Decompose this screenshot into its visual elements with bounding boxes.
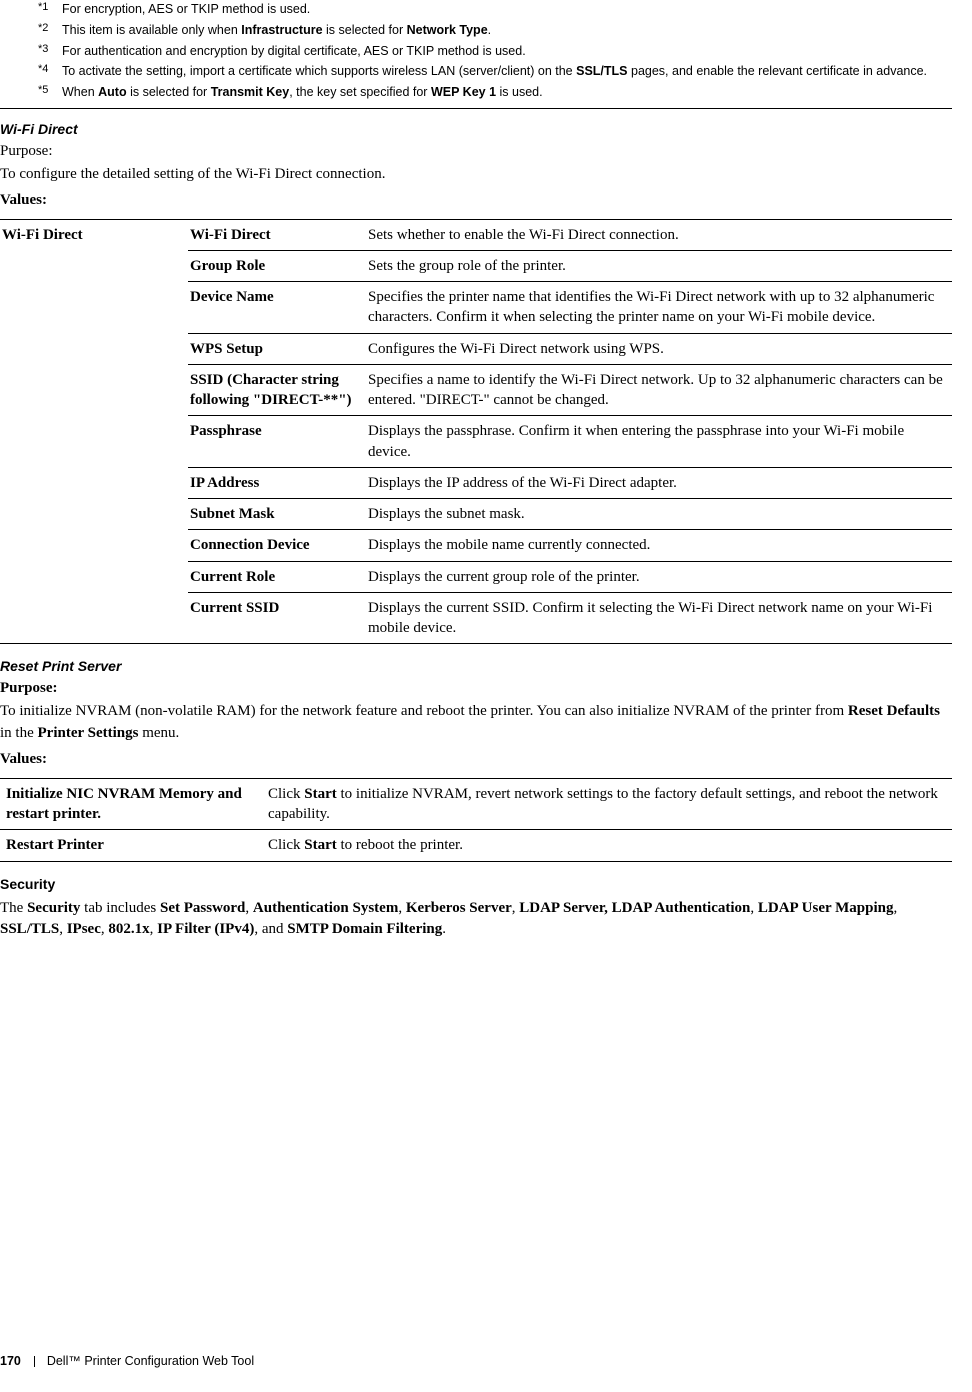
table-category: Wi-Fi Direct <box>0 219 188 644</box>
setting-desc: Displays the current group role of the p… <box>366 561 952 592</box>
setting-desc: Sets whether to enable the Wi-Fi Direct … <box>366 219 952 250</box>
footnote-row: *4To activate the setting, import a cert… <box>38 62 952 81</box>
setting-desc: Displays the passphrase. Confirm it when… <box>366 416 952 468</box>
security-section: Security The Security tab includes Set P… <box>0 876 972 942</box>
footnote-row: *5When Auto is selected for Transmit Key… <box>38 83 952 102</box>
setting-name: Wi-Fi Direct <box>188 219 366 250</box>
table-row: Restart PrinterClick Start to reboot the… <box>0 830 952 861</box>
reset-print-server-section: Reset Print Server Purpose: To initializ… <box>0 658 972 861</box>
footnote-marker: *5 <box>38 82 62 101</box>
setting-name: Passphrase <box>188 416 366 468</box>
footnote-text: When Auto is selected for Transmit Key, … <box>62 83 952 102</box>
footnote-marker: *3 <box>38 41 62 60</box>
footnote-marker: *1 <box>38 0 62 18</box>
setting-name: Subnet Mask <box>188 499 366 530</box>
page-footer: 170 Dell™ Printer Configuration Web Tool <box>0 1354 254 1368</box>
reset-print-server-heading: Reset Print Server <box>0 658 952 674</box>
footer-separator <box>34 1356 35 1367</box>
setting-desc: Configures the Wi-Fi Direct network usin… <box>366 333 952 364</box>
footnote-marker: *2 <box>38 20 62 39</box>
purpose-label: Purpose: <box>0 680 952 697</box>
setting-desc: Displays the current SSID. Confirm it se… <box>366 592 952 644</box>
setting-name: WPS Setup <box>188 333 366 364</box>
footnote-row: *1For encryption, AES or TKIP method is … <box>38 0 952 19</box>
footnote-text: For authentication and encryption by dig… <box>62 42 952 61</box>
setting-desc: Click Start to initialize NVRAM, revert … <box>262 778 952 830</box>
footnote-text: This item is available only when Infrast… <box>62 21 952 40</box>
table-row: Initialize NIC NVRAM Memory and restart … <box>0 778 952 830</box>
setting-name: SSID (Character string following "DIRECT… <box>188 364 366 416</box>
purpose-label: Purpose: <box>0 143 952 160</box>
security-heading: Security <box>0 876 952 892</box>
wifi-direct-purpose: To configure the detailed setting of the… <box>0 164 952 186</box>
wifi-direct-table: Wi-Fi DirectWi-Fi DirectSets whether to … <box>0 219 952 645</box>
setting-name: IP Address <box>188 467 366 498</box>
setting-name: Initialize NIC NVRAM Memory and restart … <box>0 778 262 830</box>
footnote-text: To activate the setting, import a certif… <box>62 62 952 81</box>
footnote-row: *3For authentication and encryption by d… <box>38 42 952 61</box>
setting-desc: Displays the IP address of the Wi-Fi Dir… <box>366 467 952 498</box>
setting-desc: Click Start to reboot the printer. <box>262 830 952 861</box>
setting-desc: Displays the mobile name currently conne… <box>366 530 952 561</box>
setting-desc: Specifies the printer name that identifi… <box>366 282 952 334</box>
setting-name: Connection Device <box>188 530 366 561</box>
setting-name: Current Role <box>188 561 366 592</box>
reset-table: Initialize NIC NVRAM Memory and restart … <box>0 778 952 862</box>
setting-name: Current SSID <box>188 592 366 644</box>
footer-doc-title: Dell™ Printer Configuration Web Tool <box>47 1354 254 1368</box>
values-label: Values: <box>0 192 952 209</box>
footnote-marker: *4 <box>38 61 62 80</box>
wifi-direct-heading: Wi-Fi Direct <box>0 121 952 137</box>
setting-desc: Displays the subnet mask. <box>366 499 952 530</box>
wifi-direct-section: Wi-Fi Direct Purpose: To configure the d… <box>0 121 972 645</box>
setting-desc: Sets the group role of the printer. <box>366 250 952 281</box>
setting-desc: Specifies a name to identify the Wi-Fi D… <box>366 364 952 416</box>
table-row: Wi-Fi DirectWi-Fi DirectSets whether to … <box>0 219 952 250</box>
page-number: 170 <box>0 1354 21 1368</box>
values-label: Values: <box>0 751 952 768</box>
setting-name: Restart Printer <box>0 830 262 861</box>
setting-name: Device Name <box>188 282 366 334</box>
reset-purpose-text: To initialize NVRAM (non-volatile RAM) f… <box>0 701 952 745</box>
security-text: The Security tab includes Set Password, … <box>0 898 952 942</box>
footnotes-block: *1For encryption, AES or TKIP method is … <box>0 0 972 102</box>
footnote-text: For encryption, AES or TKIP method is us… <box>62 0 952 19</box>
footnotes-separator <box>0 108 952 109</box>
footnote-row: *2This item is available only when Infra… <box>38 21 952 40</box>
setting-name: Group Role <box>188 250 366 281</box>
